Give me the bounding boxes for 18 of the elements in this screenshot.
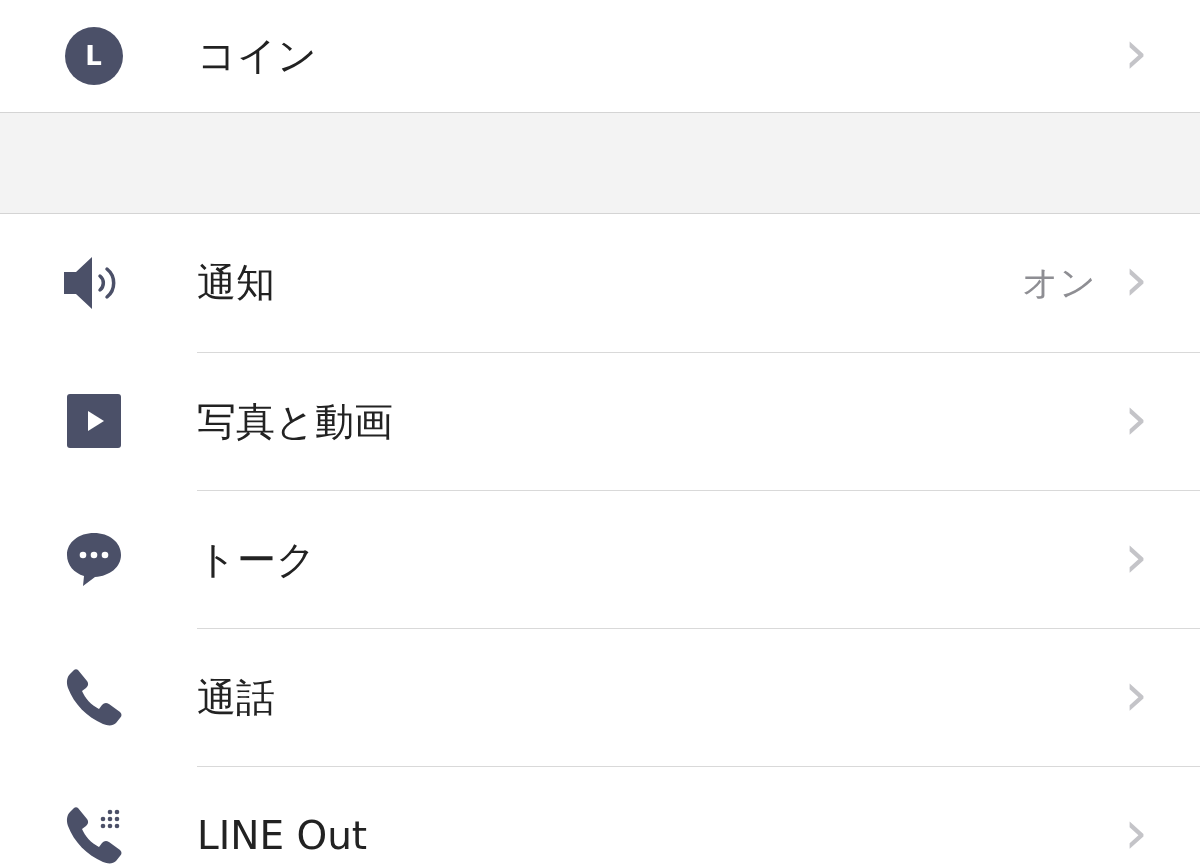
setting-label[interactable]: 通知: [197, 256, 1022, 310]
chevron-icon: ›: [1124, 663, 1148, 724]
coin-icon: L: [64, 27, 123, 85]
setting-label[interactable]: コイン: [197, 29, 1124, 83]
chevron-icon: ›: [1124, 801, 1148, 862]
chevron-icon: ›: [1124, 525, 1148, 586]
phone-keypad-icon: [64, 806, 123, 864]
play-icon: [66, 394, 121, 448]
chevron-icon: ›: [1124, 22, 1148, 82]
setting-label[interactable]: 写真と動画: [197, 394, 1124, 449]
phone-icon: [64, 668, 123, 726]
setting-label[interactable]: LINE Out: [197, 813, 1124, 858]
setting-label[interactable]: 通話: [197, 670, 1124, 725]
setting-value: オン: [1022, 260, 1096, 305]
chat-bubble-icon: [65, 531, 122, 587]
setting-label[interactable]: トーク: [197, 532, 1124, 587]
chevron-icon: ›: [1124, 249, 1148, 309]
chevron-icon: ›: [1124, 387, 1148, 448]
